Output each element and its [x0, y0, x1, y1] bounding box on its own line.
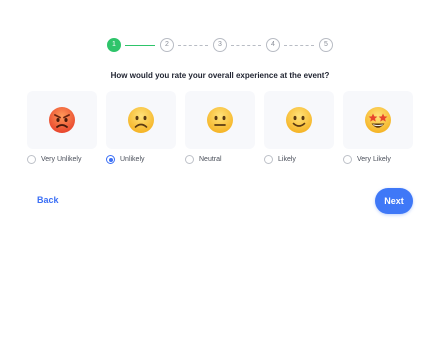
- next-button[interactable]: Next: [375, 188, 413, 214]
- step-4: 4: [266, 38, 280, 52]
- step-2-label: 2: [165, 41, 169, 48]
- slightly-smiling-face-icon: [286, 107, 312, 133]
- radio-button-selected[interactable]: [106, 155, 115, 164]
- radio-button[interactable]: [264, 155, 273, 164]
- step-3: 3: [213, 38, 227, 52]
- step-5: 5: [319, 38, 333, 52]
- option-label: Neutral: [199, 156, 222, 163]
- option-label: Very Likely: [357, 156, 391, 163]
- emoji-card[interactable]: [106, 91, 176, 149]
- option-unlikely[interactable]: Unlikely: [106, 91, 176, 164]
- neutral-face-icon: [207, 107, 233, 133]
- step-5-label: 5: [324, 41, 328, 48]
- option-very-unlikely[interactable]: Very Unlikely: [27, 91, 97, 164]
- emoji-card[interactable]: [185, 91, 255, 149]
- step-connector-pending: [178, 45, 208, 46]
- option-label: Unlikely: [120, 156, 145, 163]
- option-very-likely[interactable]: Very Likely: [343, 91, 413, 164]
- progress-stepper: 1 2 3 4 5: [0, 38, 440, 54]
- step-2: 2: [160, 38, 174, 52]
- frowning-face-icon: [128, 107, 154, 133]
- radio-button[interactable]: [27, 155, 36, 164]
- step-connector-pending: [284, 45, 314, 46]
- emoji-card[interactable]: [264, 91, 334, 149]
- emoji-card[interactable]: [27, 91, 97, 149]
- question-title: How would you rate your overall experien…: [110, 71, 330, 80]
- radio-button[interactable]: [343, 155, 352, 164]
- option-label: Likely: [278, 156, 296, 163]
- step-connector-pending: [231, 45, 261, 46]
- star-struck-face-icon: [365, 107, 391, 133]
- step-1: 1: [107, 38, 121, 52]
- angry-face-icon: [49, 107, 75, 133]
- option-likely[interactable]: Likely: [264, 91, 334, 164]
- step-1-label: 1: [112, 41, 116, 48]
- option-label: Very Unlikely: [41, 156, 82, 163]
- emoji-card[interactable]: [343, 91, 413, 149]
- option-neutral[interactable]: Neutral: [185, 91, 255, 164]
- back-button[interactable]: Back: [37, 195, 59, 205]
- step-3-label: 3: [218, 41, 222, 48]
- step-connector-complete: [125, 45, 155, 46]
- radio-button[interactable]: [185, 155, 194, 164]
- step-4-label: 4: [271, 41, 275, 48]
